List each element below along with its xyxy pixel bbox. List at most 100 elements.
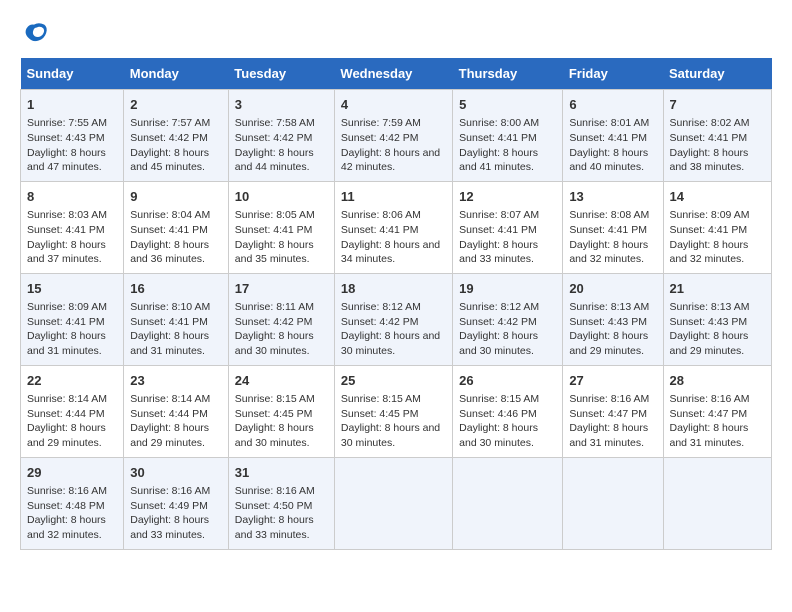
sunrise-info: Sunrise: 8:16 AM: [130, 485, 210, 497]
sunset-info: Sunset: 4:41 PM: [130, 224, 208, 236]
calendar-cell: 29 Sunrise: 8:16 AM Sunset: 4:48 PM Dayl…: [21, 457, 124, 549]
sunset-info: Sunset: 4:50 PM: [235, 500, 313, 512]
sunrise-info: Sunrise: 8:09 AM: [670, 209, 750, 221]
sunrise-info: Sunrise: 8:13 AM: [569, 301, 649, 313]
sunrise-info: Sunrise: 8:16 AM: [670, 393, 750, 405]
sunset-info: Sunset: 4:41 PM: [569, 224, 647, 236]
day-number: 26: [459, 372, 556, 390]
day-number: 14: [670, 188, 766, 206]
sunset-info: Sunset: 4:43 PM: [27, 132, 105, 144]
sunset-info: Sunset: 4:41 PM: [459, 224, 537, 236]
sunset-info: Sunset: 4:44 PM: [130, 408, 208, 420]
sunset-info: Sunset: 4:42 PM: [341, 316, 419, 328]
sunset-info: Sunset: 4:41 PM: [670, 224, 748, 236]
sunset-info: Sunset: 4:41 PM: [130, 316, 208, 328]
day-number: 17: [235, 280, 328, 298]
daylight-info: Daylight: 8 hours and 45 minutes.: [130, 147, 209, 174]
logo: [20, 20, 52, 48]
day-number: 2: [130, 96, 222, 114]
calendar-cell: 2 Sunrise: 7:57 AM Sunset: 4:42 PM Dayli…: [124, 90, 229, 182]
sunrise-info: Sunrise: 7:57 AM: [130, 117, 210, 129]
sunset-info: Sunset: 4:42 PM: [235, 316, 313, 328]
day-number: 18: [341, 280, 446, 298]
calendar-cell: 25 Sunrise: 8:15 AM Sunset: 4:45 PM Dayl…: [334, 365, 452, 457]
calendar-cell: 8 Sunrise: 8:03 AM Sunset: 4:41 PM Dayli…: [21, 181, 124, 273]
daylight-info: Daylight: 8 hours and 38 minutes.: [670, 147, 749, 174]
daylight-info: Daylight: 8 hours and 31 minutes.: [130, 330, 209, 357]
calendar-cell: 28 Sunrise: 8:16 AM Sunset: 4:47 PM Dayl…: [663, 365, 772, 457]
day-number: 19: [459, 280, 556, 298]
sunset-info: Sunset: 4:47 PM: [569, 408, 647, 420]
day-number: 6: [569, 96, 656, 114]
calendar-cell: [334, 457, 452, 549]
sunrise-info: Sunrise: 8:07 AM: [459, 209, 539, 221]
day-number: 29: [27, 464, 117, 482]
calendar-cell: [453, 457, 563, 549]
daylight-info: Daylight: 8 hours and 30 minutes.: [235, 422, 314, 449]
calendar-cell: 10 Sunrise: 8:05 AM Sunset: 4:41 PM Dayl…: [228, 181, 334, 273]
week-row-3: 15 Sunrise: 8:09 AM Sunset: 4:41 PM Dayl…: [21, 273, 772, 365]
daylight-info: Daylight: 8 hours and 32 minutes.: [569, 239, 648, 266]
calendar-cell: 31 Sunrise: 8:16 AM Sunset: 4:50 PM Dayl…: [228, 457, 334, 549]
header-monday: Monday: [124, 58, 229, 90]
daylight-info: Daylight: 8 hours and 30 minutes.: [459, 330, 538, 357]
day-number: 9: [130, 188, 222, 206]
day-number: 20: [569, 280, 656, 298]
sunset-info: Sunset: 4:41 PM: [27, 224, 105, 236]
calendar-cell: [663, 457, 772, 549]
sunset-info: Sunset: 4:45 PM: [341, 408, 419, 420]
daylight-info: Daylight: 8 hours and 34 minutes.: [341, 239, 440, 266]
header-thursday: Thursday: [453, 58, 563, 90]
sunset-info: Sunset: 4:41 PM: [27, 316, 105, 328]
sunrise-info: Sunrise: 8:06 AM: [341, 209, 421, 221]
day-number: 22: [27, 372, 117, 390]
calendar-cell: 30 Sunrise: 8:16 AM Sunset: 4:49 PM Dayl…: [124, 457, 229, 549]
daylight-info: Daylight: 8 hours and 42 minutes.: [341, 147, 440, 174]
calendar-cell: 26 Sunrise: 8:15 AM Sunset: 4:46 PM Dayl…: [453, 365, 563, 457]
sunrise-info: Sunrise: 8:15 AM: [235, 393, 315, 405]
week-row-5: 29 Sunrise: 8:16 AM Sunset: 4:48 PM Dayl…: [21, 457, 772, 549]
day-number: 24: [235, 372, 328, 390]
sunrise-info: Sunrise: 8:14 AM: [130, 393, 210, 405]
daylight-info: Daylight: 8 hours and 31 minutes.: [569, 422, 648, 449]
calendar-cell: 19 Sunrise: 8:12 AM Sunset: 4:42 PM Dayl…: [453, 273, 563, 365]
calendar-cell: 15 Sunrise: 8:09 AM Sunset: 4:41 PM Dayl…: [21, 273, 124, 365]
sunrise-info: Sunrise: 8:04 AM: [130, 209, 210, 221]
day-number: 5: [459, 96, 556, 114]
daylight-info: Daylight: 8 hours and 32 minutes.: [27, 514, 106, 541]
daylight-info: Daylight: 8 hours and 44 minutes.: [235, 147, 314, 174]
calendar-cell: 21 Sunrise: 8:13 AM Sunset: 4:43 PM Dayl…: [663, 273, 772, 365]
sunrise-info: Sunrise: 8:13 AM: [670, 301, 750, 313]
daylight-info: Daylight: 8 hours and 47 minutes.: [27, 147, 106, 174]
calendar-cell: 20 Sunrise: 8:13 AM Sunset: 4:43 PM Dayl…: [563, 273, 663, 365]
calendar-cell: 22 Sunrise: 8:14 AM Sunset: 4:44 PM Dayl…: [21, 365, 124, 457]
day-number: 31: [235, 464, 328, 482]
sunrise-info: Sunrise: 8:02 AM: [670, 117, 750, 129]
day-number: 3: [235, 96, 328, 114]
day-number: 10: [235, 188, 328, 206]
sunrise-info: Sunrise: 8:16 AM: [235, 485, 315, 497]
sunset-info: Sunset: 4:42 PM: [341, 132, 419, 144]
calendar-cell: 9 Sunrise: 8:04 AM Sunset: 4:41 PM Dayli…: [124, 181, 229, 273]
day-number: 25: [341, 372, 446, 390]
calendar-cell: 3 Sunrise: 7:58 AM Sunset: 4:42 PM Dayli…: [228, 90, 334, 182]
day-number: 12: [459, 188, 556, 206]
sunset-info: Sunset: 4:41 PM: [235, 224, 313, 236]
week-row-2: 8 Sunrise: 8:03 AM Sunset: 4:41 PM Dayli…: [21, 181, 772, 273]
sunset-info: Sunset: 4:42 PM: [459, 316, 537, 328]
daylight-info: Daylight: 8 hours and 31 minutes.: [27, 330, 106, 357]
calendar-cell: 4 Sunrise: 7:59 AM Sunset: 4:42 PM Dayli…: [334, 90, 452, 182]
sunrise-info: Sunrise: 8:16 AM: [569, 393, 649, 405]
sunrise-info: Sunrise: 8:16 AM: [27, 485, 107, 497]
day-number: 1: [27, 96, 117, 114]
day-number: 11: [341, 188, 446, 206]
header-saturday: Saturday: [663, 58, 772, 90]
sunset-info: Sunset: 4:41 PM: [670, 132, 748, 144]
calendar-cell: 24 Sunrise: 8:15 AM Sunset: 4:45 PM Dayl…: [228, 365, 334, 457]
calendar-cell: 5 Sunrise: 8:00 AM Sunset: 4:41 PM Dayli…: [453, 90, 563, 182]
sunrise-info: Sunrise: 8:08 AM: [569, 209, 649, 221]
sunset-info: Sunset: 4:44 PM: [27, 408, 105, 420]
calendar-cell: 14 Sunrise: 8:09 AM Sunset: 4:41 PM Dayl…: [663, 181, 772, 273]
sunrise-info: Sunrise: 8:12 AM: [341, 301, 421, 313]
calendar-cell: [563, 457, 663, 549]
